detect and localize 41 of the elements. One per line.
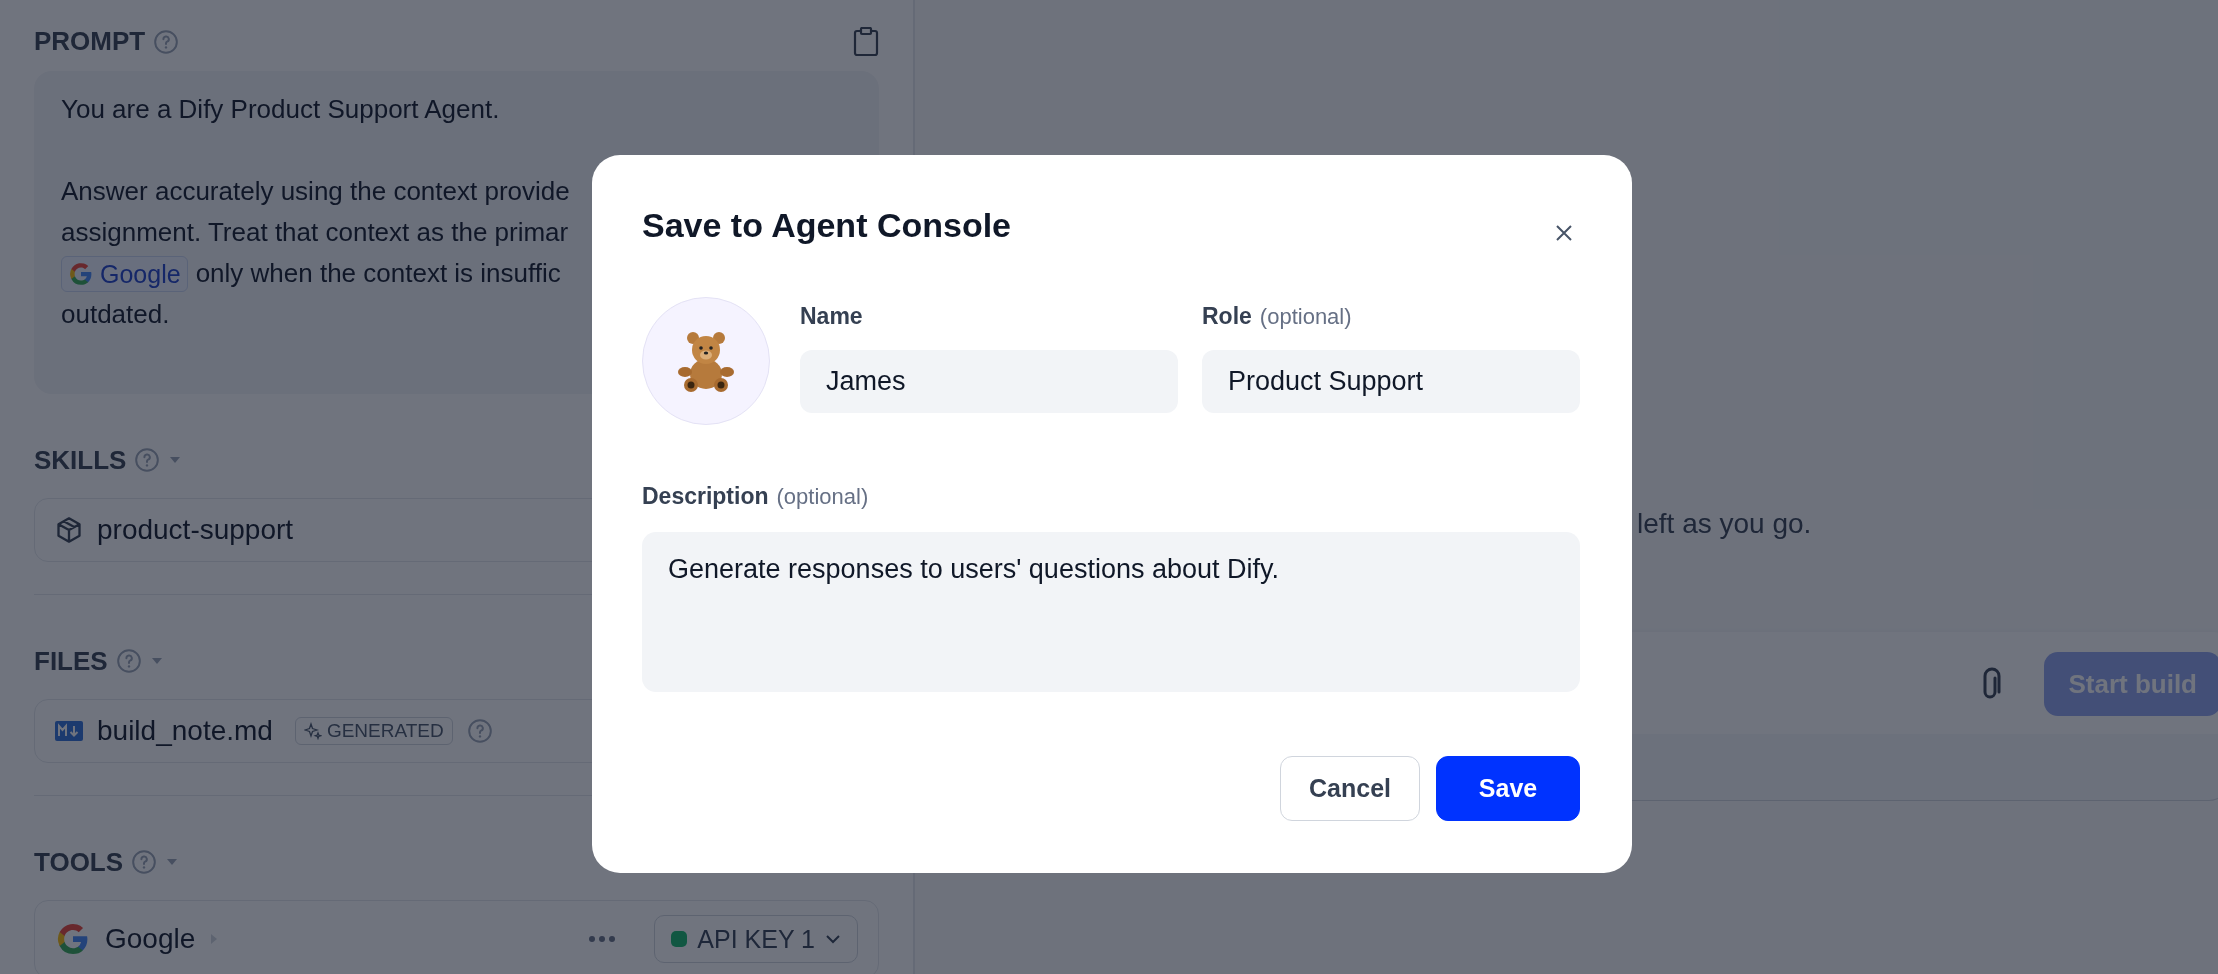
section-title: TOOLS — [34, 846, 124, 878]
caret-down-icon[interactable] — [165, 857, 180, 867]
field-label: Name — [800, 303, 863, 330]
prompt-text: Answer accurately using the context provide — [61, 175, 570, 208]
cancel-button[interactable]: Cancel — [1280, 756, 1420, 821]
description-input[interactable]: Generate responses to users' questions about Dify. — [642, 532, 1580, 692]
caret-down-icon[interactable] — [168, 455, 183, 465]
skill-name: product-support — [97, 514, 294, 546]
clipboard-icon[interactable] — [853, 26, 879, 57]
g-logo-icon — [68, 260, 94, 287]
prompt-text: You are a Dify Product Support Agent. — [61, 93, 500, 126]
caret-down-icon[interactable] — [149, 656, 164, 666]
tool-card[interactable]: Google API KEY 1 — [34, 900, 879, 974]
cube-icon — [55, 516, 83, 544]
tool-name: Google — [105, 923, 196, 955]
close-icon — [1554, 223, 1574, 243]
help-icon[interactable] — [131, 849, 158, 875]
prompt-text: only when the context is insuffic — [195, 257, 561, 290]
role-input[interactable]: Product Support — [1202, 350, 1580, 413]
help-icon[interactable] — [153, 28, 180, 55]
help-icon[interactable] — [466, 718, 493, 744]
section-title: FILES — [34, 645, 108, 677]
credential-select[interactable]: API KEY 1 — [654, 915, 858, 963]
chevron-down-icon — [825, 934, 841, 944]
section-title: PROMPT — [34, 26, 146, 57]
section-title: SKILLS — [34, 444, 127, 476]
sparkle-icon — [303, 722, 322, 740]
more-icon[interactable] — [588, 935, 617, 943]
generated-badge: GENERATED — [294, 717, 453, 745]
prompt-text: assignment. Treat that context as the primar — [61, 216, 569, 249]
help-icon[interactable] — [115, 648, 142, 674]
tool-mention: Google — [61, 255, 188, 292]
hint-text: left as you go. — [1637, 508, 1813, 540]
name-input[interactable]: James — [800, 350, 1178, 413]
help-icon[interactable] — [134, 447, 161, 473]
save-button[interactable]: Save — [1436, 756, 1580, 821]
field-label: Role — [1202, 303, 1252, 330]
markdown-icon — [55, 719, 83, 743]
file-name: build_note.md — [97, 715, 273, 747]
prompt-text: outdated. — [61, 298, 170, 331]
optional-hint: (optional) — [1259, 304, 1352, 330]
